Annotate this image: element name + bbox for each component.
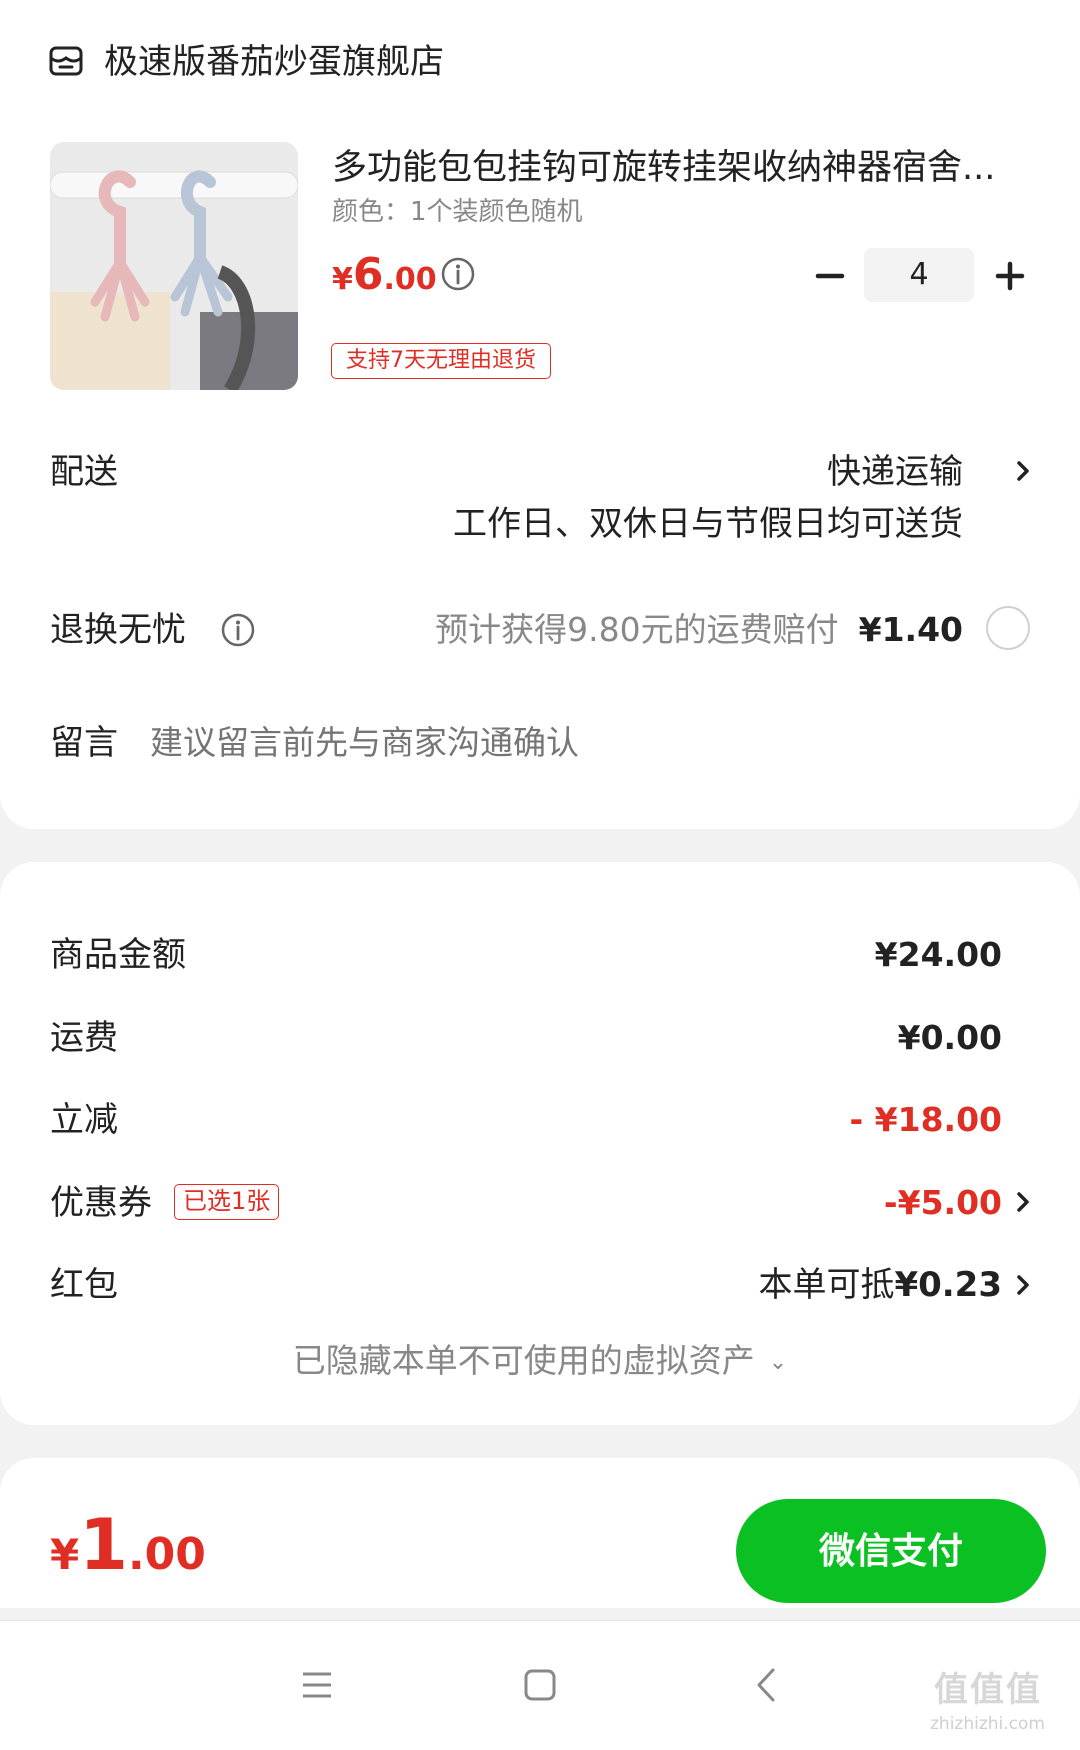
instant-discount-label: 立减 [50, 1100, 118, 1140]
red-packet-label[interactable]: 红包 [50, 1262, 118, 1308]
return-worry-radio[interactable] [986, 606, 1030, 650]
red-packet-amount: ¥0.23 [894, 1265, 1002, 1305]
total-decimal: .00 [127, 1529, 206, 1580]
product-image[interactable] [50, 142, 298, 390]
red-packet-value[interactable]: 本单可抵¥0.23 [758, 1262, 1002, 1308]
total-price: ¥1.00 [50, 1510, 206, 1599]
instant-discount-value: - ¥18.00 [849, 1100, 1002, 1139]
currency-symbol: ¥ [332, 262, 353, 297]
wechat-pay-button[interactable]: 微信支付 [736, 1499, 1046, 1603]
price-decimal: .00 [383, 262, 437, 297]
price-integer: 6 [352, 249, 384, 300]
watermark-url: zhizhizhi.com [930, 1714, 1045, 1734]
message-label: 留言 [50, 723, 118, 763]
message-input[interactable] [150, 720, 990, 766]
shipping-fee-value: ¥0.00 [897, 1018, 1002, 1057]
hidden-assets-text: 已隐藏本单不可使用的虚拟资产 [292, 1341, 755, 1380]
quantity-increase-button[interactable] [990, 256, 1030, 296]
currency-symbol: ¥ [50, 1530, 80, 1579]
info-icon[interactable] [440, 256, 476, 292]
delivery-note: 工作日、双休日与节假日均可送货 [453, 504, 963, 544]
product-title[interactable]: 多功能包包挂钩可旋转挂架收纳神器宿舍... [332, 144, 1032, 192]
return-policy-badge: 支持7天无理由退货 [331, 343, 551, 379]
chevron-right-icon[interactable] [1014, 1189, 1032, 1215]
watermark-logo: 值值值 [934, 1670, 1042, 1710]
total-integer: 1 [79, 1504, 128, 1586]
return-worry-description: 预计获得9.80元的运费赔付 ¥1.40 [435, 607, 963, 653]
menu-icon[interactable] [292, 1660, 342, 1710]
return-worry-text: 预计获得9.80元的运费赔付 [435, 610, 839, 649]
delivery-label: 配送 [50, 452, 118, 492]
coupon-value[interactable]: -¥5.00 [884, 1180, 1002, 1226]
goods-amount-label: 商品金额 [50, 935, 186, 975]
red-packet-prefix: 本单可抵 [758, 1265, 895, 1305]
chevron-right-icon[interactable] [1014, 458, 1032, 484]
return-worry-label: 退换无忧 [50, 610, 186, 650]
info-icon[interactable] [220, 612, 256, 648]
product-price: ¥6.00 [332, 250, 437, 309]
delivery-method[interactable]: 快递运输 [827, 449, 963, 495]
home-icon[interactable] [515, 1660, 565, 1710]
back-icon[interactable] [742, 1660, 792, 1710]
shop-name[interactable]: 极速版番茄炒蛋旗舰店 [104, 38, 444, 86]
return-worry-price: ¥1.40 [858, 610, 963, 649]
product-spec[interactable]: 颜色：1个装颜色随机 [332, 194, 583, 230]
store-icon [49, 46, 83, 76]
coupon-label[interactable]: 优惠券 [50, 1180, 152, 1226]
chevron-down-icon: ⌄ [768, 1349, 788, 1375]
order-item-card [0, 0, 1080, 829]
goods-amount-value: ¥24.00 [874, 935, 1002, 974]
quantity-input[interactable]: 4 [864, 248, 974, 302]
quantity-decrease-button[interactable] [810, 256, 850, 296]
coupon-selected-badge[interactable]: 已选1张 [174, 1184, 280, 1220]
chevron-right-icon[interactable] [1014, 1272, 1032, 1298]
shipping-fee-label: 运费 [50, 1018, 118, 1058]
hidden-assets-toggle[interactable]: 已隐藏本单不可使用的虚拟资产 ⌄ [0, 1338, 1080, 1386]
